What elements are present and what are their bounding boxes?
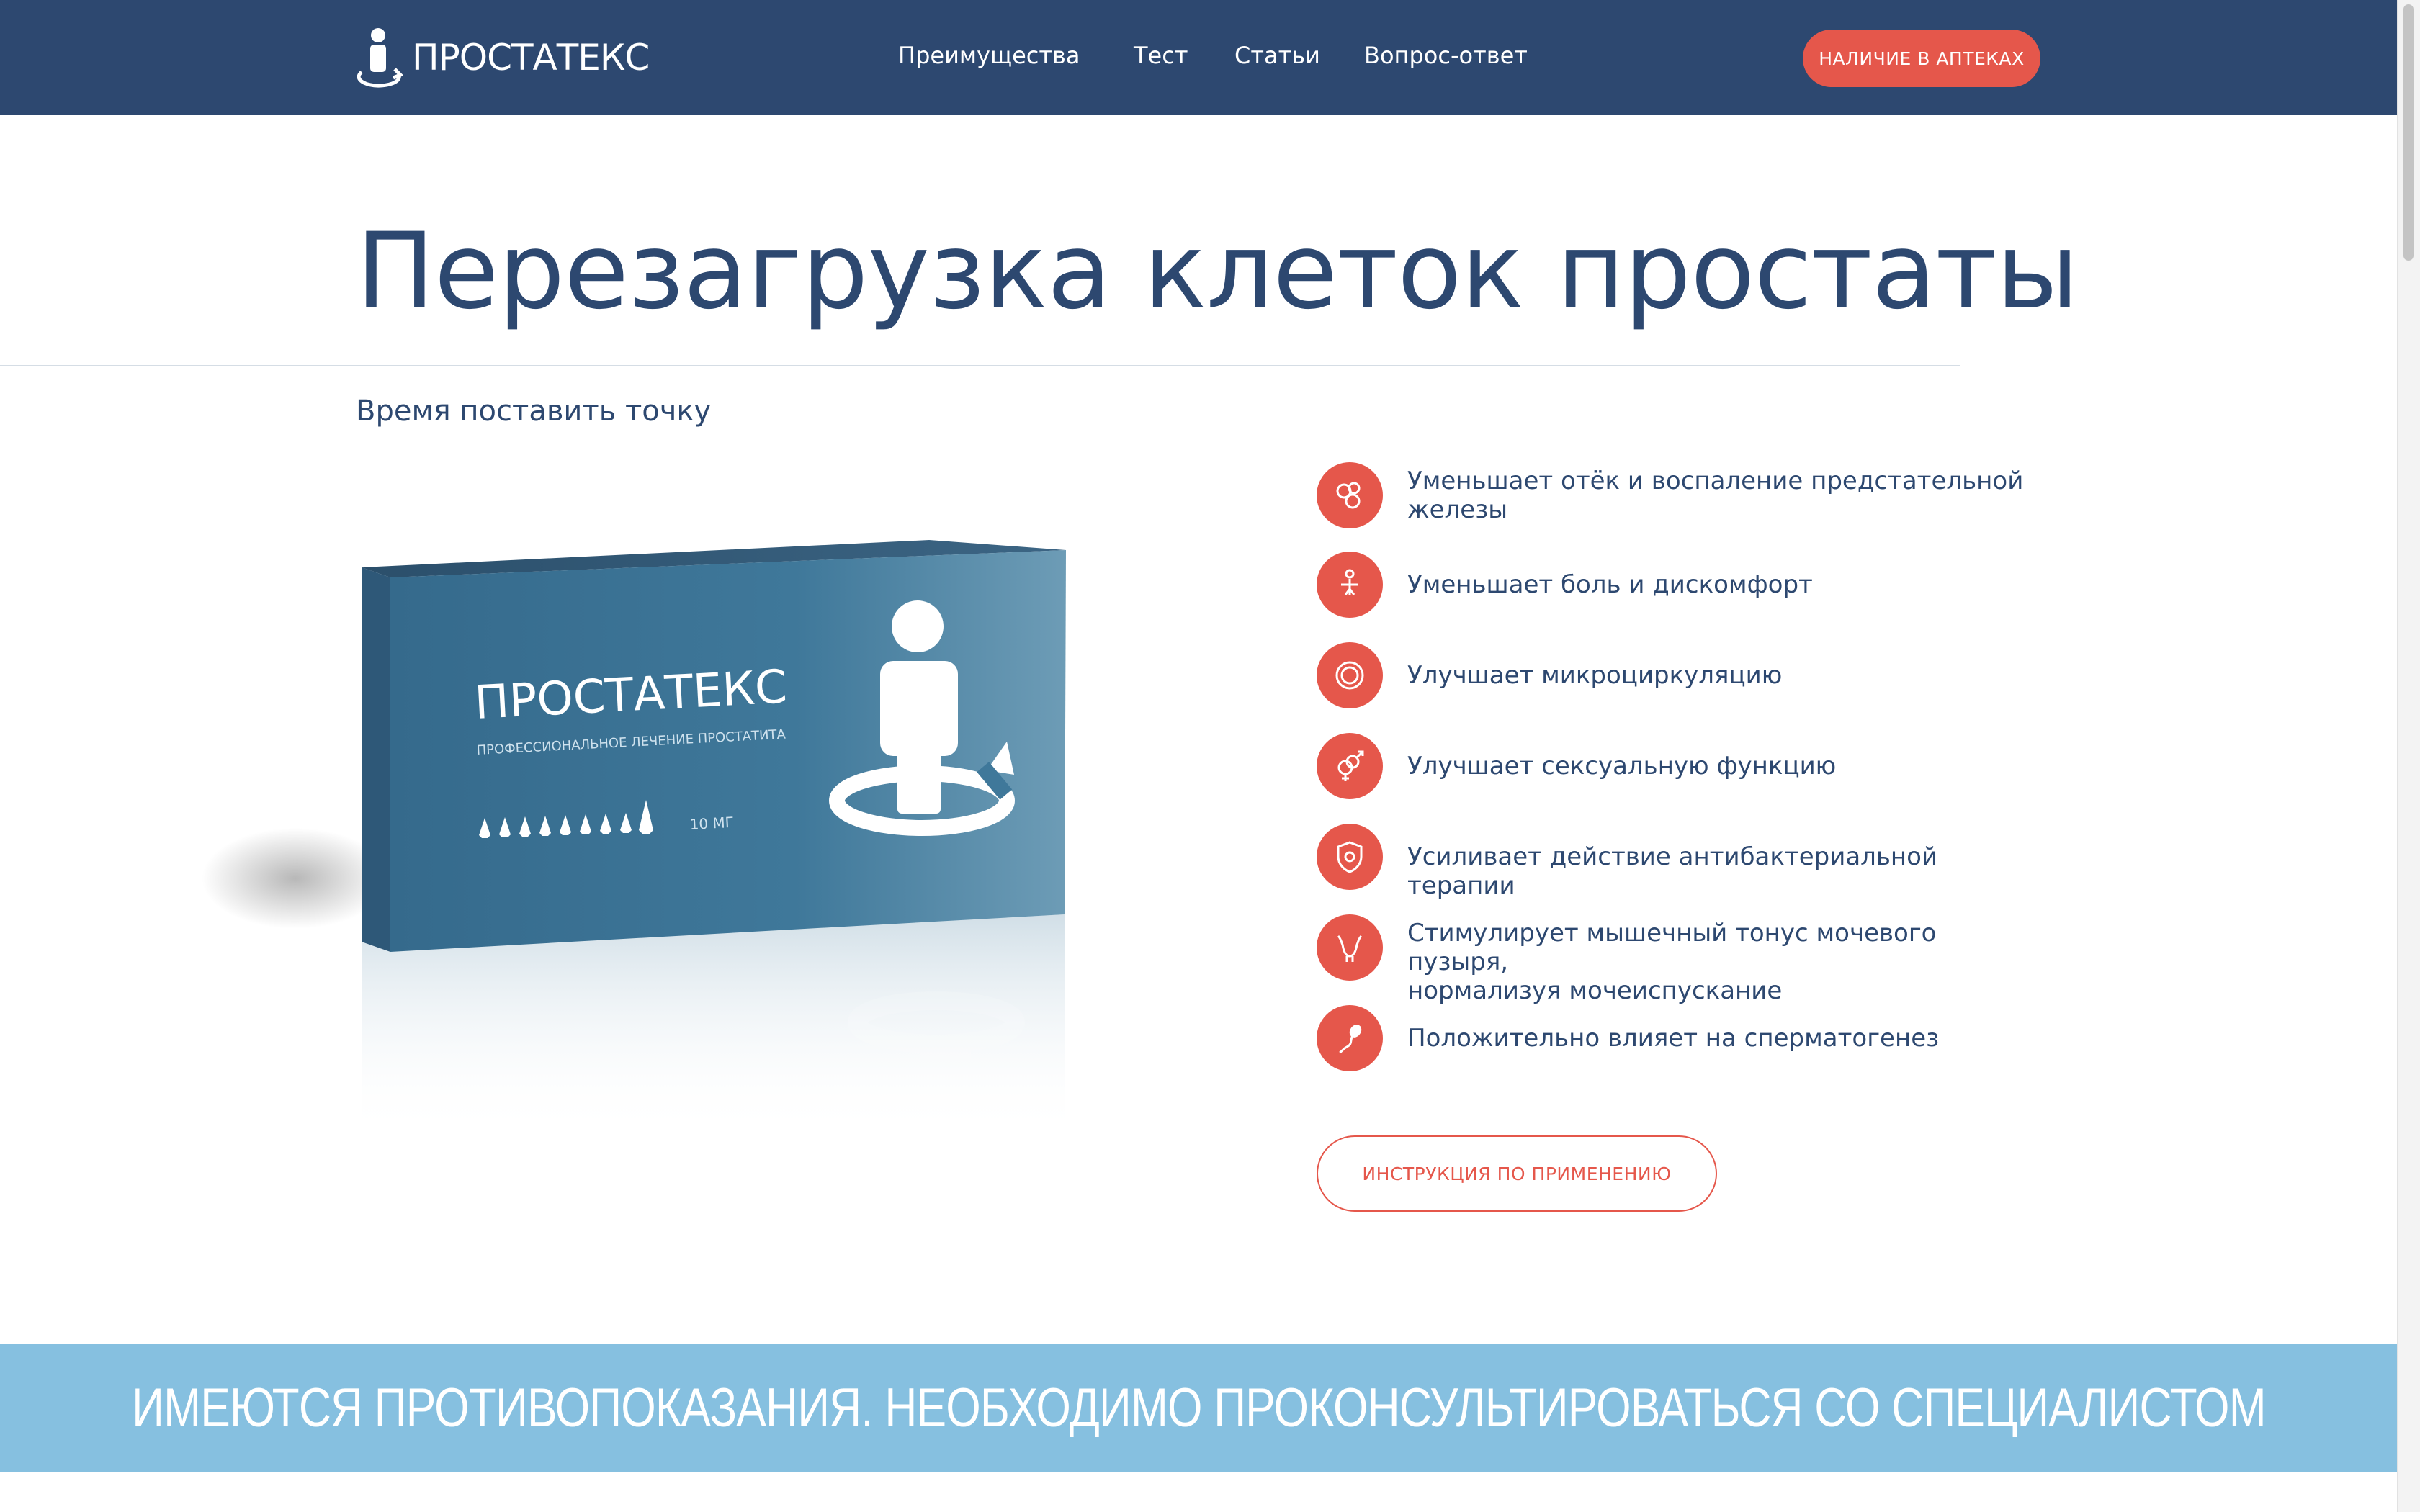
benefit-text: Уменьшает боль и дискомфорт (1407, 570, 1813, 599)
cells-icon (1317, 462, 1383, 528)
product-box-image: ПРОСТАТЕКС ПРОСТАТЕКС ПРОФЕССИОНАЛЬНОЕ Л… (194, 504, 1102, 1296)
benefit-text: Улучшает микроциркуляцию (1407, 661, 1783, 690)
pharmacy-availability-button[interactable]: НАЛИЧИЕ В АПТЕКАХ (1803, 30, 2040, 87)
top-navigation-bar: ПРОСТАТЕКС Преимущества Тест Статьи Вопр… (0, 0, 2397, 115)
instructions-button[interactable]: ИНСТРУКЦИЯ ПО ПРИМЕНЕНИЮ (1317, 1135, 1717, 1212)
contraindications-banner: ИМЕЮТСЯ ПРОТИВОПОКАЗАНИЯ. НЕОБХОДИМО ПРО… (0, 1344, 2397, 1472)
bladder-icon (1317, 914, 1383, 981)
benefit-text: Усиливает действие антибактериальной тер… (1407, 842, 1938, 900)
vertical-scrollbar[interactable] (2397, 0, 2420, 1512)
gender-symbols-icon (1317, 733, 1383, 799)
scrollbar-thumb[interactable] (2403, 4, 2414, 261)
logo-wordmark: ПРОСТАТЕКС (412, 37, 650, 78)
benefit-text: Улучшает сексуальную функцию (1407, 752, 1837, 780)
contraindications-text: ИМЕЮТСЯ ПРОТИВОПОКАЗАНИЯ. НЕОБХОДИМО ПРО… (131, 1377, 2266, 1439)
person-logo-icon (357, 28, 403, 88)
pain-relief-icon (1317, 552, 1383, 618)
sperm-icon (1317, 1005, 1383, 1071)
title-divider (0, 365, 1960, 366)
benefit-text: Стимулирует мышечный тонус мочевого пузы… (1407, 919, 1937, 1005)
page-subtitle: Время поставить точку (356, 395, 712, 428)
benefit-text: Уменьшает отёк и воспаление предстательн… (1407, 467, 2024, 524)
nav-link-articles[interactable]: Статьи (1234, 42, 1320, 69)
nav-link-test[interactable]: Тест (1134, 42, 1188, 69)
circulation-icon (1317, 642, 1383, 708)
site-logo[interactable]: ПРОСТАТЕКС (356, 27, 650, 88)
nav-link-faq[interactable]: Вопрос-ответ (1364, 42, 1528, 69)
svg-text:ПРОСТАТЕКС: ПРОСТАТЕКС (475, 1112, 788, 1165)
shield-icon (1317, 824, 1383, 890)
benefit-text: Положительно влияет на сперматогенез (1407, 1024, 1940, 1053)
box-dose-text: 10 МГ (689, 814, 734, 833)
page-title: Перезагрузка клеток простаты (356, 210, 2079, 333)
nav-link-advantages[interactable]: Преимущества (898, 42, 1080, 69)
